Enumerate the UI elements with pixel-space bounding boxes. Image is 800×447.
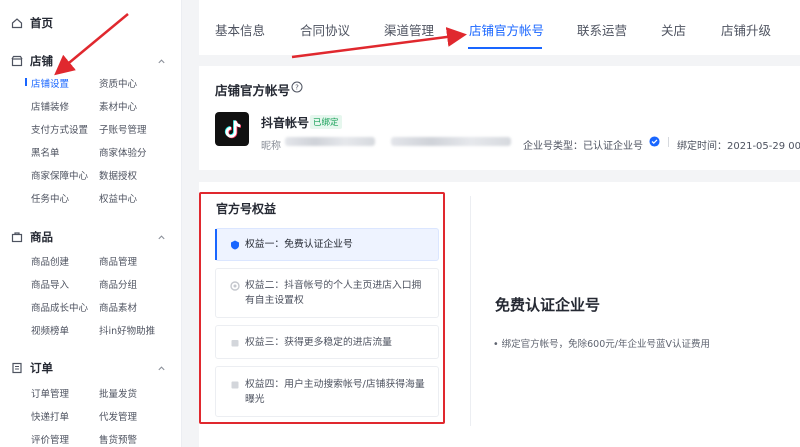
nav-orders[interactable]: 订单 bbox=[10, 359, 53, 377]
tab-official-account[interactable]: 店铺官方帐号 bbox=[469, 20, 544, 39]
tab-contact-ops[interactable]: 联系运营 bbox=[577, 20, 627, 39]
tab-upgrade[interactable]: 店铺升级 bbox=[721, 20, 771, 39]
official-account-panel: 店铺官方帐号 ? 抖音帐号 已绑定 昵称 企业号类型：已认证企业号 绑定时间：2… bbox=[199, 66, 800, 170]
redacted-account-id bbox=[391, 137, 511, 146]
tab-contracts[interactable]: 合同协议 bbox=[300, 20, 350, 39]
nickname-label: 昵称 bbox=[261, 141, 281, 152]
enterprise-type: 企业号类型：已认证企业号 bbox=[523, 141, 643, 152]
sidebar-item-goods-material[interactable]: 商品素材 bbox=[99, 300, 137, 314]
sidebar-item-tasks[interactable]: 任务中心 bbox=[31, 191, 69, 205]
active-indicator bbox=[25, 78, 27, 86]
help-icon[interactable]: ? bbox=[291, 81, 303, 93]
sidebar-item-guarantee[interactable]: 商家保障中心 bbox=[31, 168, 88, 182]
sidebar-item-blacklist[interactable]: 黑名单 bbox=[31, 145, 60, 159]
account-name: 抖音帐号 bbox=[261, 116, 310, 130]
sidebar-item-stock-alert[interactable]: 售货预警 bbox=[99, 432, 137, 446]
nav-home-label: 首页 bbox=[30, 16, 53, 30]
bind-time: 绑定时间：2021-05-29 00 bbox=[677, 141, 800, 152]
sidebar-item-goods-create[interactable]: 商品创建 bbox=[31, 254, 69, 268]
tab-basic-info[interactable]: 基本信息 bbox=[215, 20, 265, 39]
divider bbox=[470, 196, 471, 426]
sidebar-item-express-print[interactable]: 快递打单 bbox=[31, 409, 69, 423]
sidebar-item-video-rank[interactable]: 视频榜单 bbox=[31, 323, 69, 337]
nav-store-label: 店铺 bbox=[30, 54, 53, 68]
divider bbox=[668, 137, 669, 147]
verified-icon bbox=[649, 136, 660, 147]
goods-icon bbox=[10, 230, 24, 244]
svg-text:?: ? bbox=[295, 84, 299, 92]
benefit-detail-title: 免费认证企业号 bbox=[495, 296, 601, 314]
orders-icon bbox=[10, 361, 24, 375]
bound-badge: 已绑定 bbox=[310, 115, 342, 129]
store-icon bbox=[10, 54, 24, 68]
sidebar-item-experience[interactable]: 商家体验分 bbox=[99, 145, 147, 159]
sidebar-item-payment[interactable]: 支付方式设置 bbox=[31, 122, 88, 136]
sidebar-item-qualification[interactable]: 资质中心 bbox=[99, 76, 137, 90]
sidebar-item-goods-import[interactable]: 商品导入 bbox=[31, 277, 69, 291]
redacted-nickname bbox=[285, 137, 375, 146]
sidebar-item-order-manage[interactable]: 订单管理 bbox=[31, 386, 69, 400]
sidebar: 首页 店铺 店铺设置 资质中心 店铺装修 素材中心 支付方式设置 子账号管理 黑… bbox=[0, 0, 182, 447]
panel-title: 店铺官方帐号 bbox=[215, 83, 291, 98]
sidebar-item-goods-growth[interactable]: 商品成长中心 bbox=[31, 300, 88, 314]
sidebar-item-store-settings[interactable]: 店铺设置 bbox=[31, 76, 69, 90]
sidebar-item-reviews[interactable]: 评价管理 bbox=[31, 432, 69, 446]
tab-close-store[interactable]: 关店 bbox=[661, 20, 686, 39]
sidebar-item-batch-ship[interactable]: 批量发货 bbox=[99, 386, 137, 400]
sidebar-item-materials[interactable]: 素材中心 bbox=[99, 99, 137, 113]
nav-store[interactable]: 店铺 bbox=[10, 52, 170, 70]
annotation-highlight-box bbox=[199, 192, 445, 424]
sidebar-item-subaccount[interactable]: 子账号管理 bbox=[99, 122, 147, 136]
sidebar-item-rights[interactable]: 权益中心 bbox=[99, 191, 137, 205]
nav-orders-label: 订单 bbox=[30, 361, 53, 375]
nav-goods[interactable]: 商品 bbox=[10, 228, 53, 246]
home-icon bbox=[10, 16, 24, 30]
nav-goods-label: 商品 bbox=[30, 230, 53, 244]
sidebar-item-dropship[interactable]: 代发管理 bbox=[99, 409, 137, 423]
chevron-up-icon[interactable] bbox=[157, 56, 167, 66]
sidebar-item-data-auth[interactable]: 数据授权 bbox=[99, 168, 137, 182]
sidebar-item-decoration[interactable]: 店铺装修 bbox=[31, 99, 69, 113]
douyin-logo-icon bbox=[215, 112, 249, 146]
chevron-up-icon[interactable] bbox=[157, 232, 167, 242]
benefit-detail-desc: • 绑定官方帐号，免除600元/年企业号蓝V认证费用 bbox=[493, 339, 710, 350]
sidebar-item-goods-group[interactable]: 商品分组 bbox=[99, 277, 137, 291]
chevron-up-icon[interactable] bbox=[157, 363, 167, 373]
sidebar-item-boost[interactable]: 抖in好物助推 bbox=[99, 323, 155, 337]
active-tab-underline bbox=[468, 47, 542, 49]
sidebar-item-goods-manage[interactable]: 商品管理 bbox=[99, 254, 137, 268]
nav-home[interactable]: 首页 bbox=[10, 14, 53, 32]
tab-channels[interactable]: 渠道管理 bbox=[384, 20, 434, 39]
